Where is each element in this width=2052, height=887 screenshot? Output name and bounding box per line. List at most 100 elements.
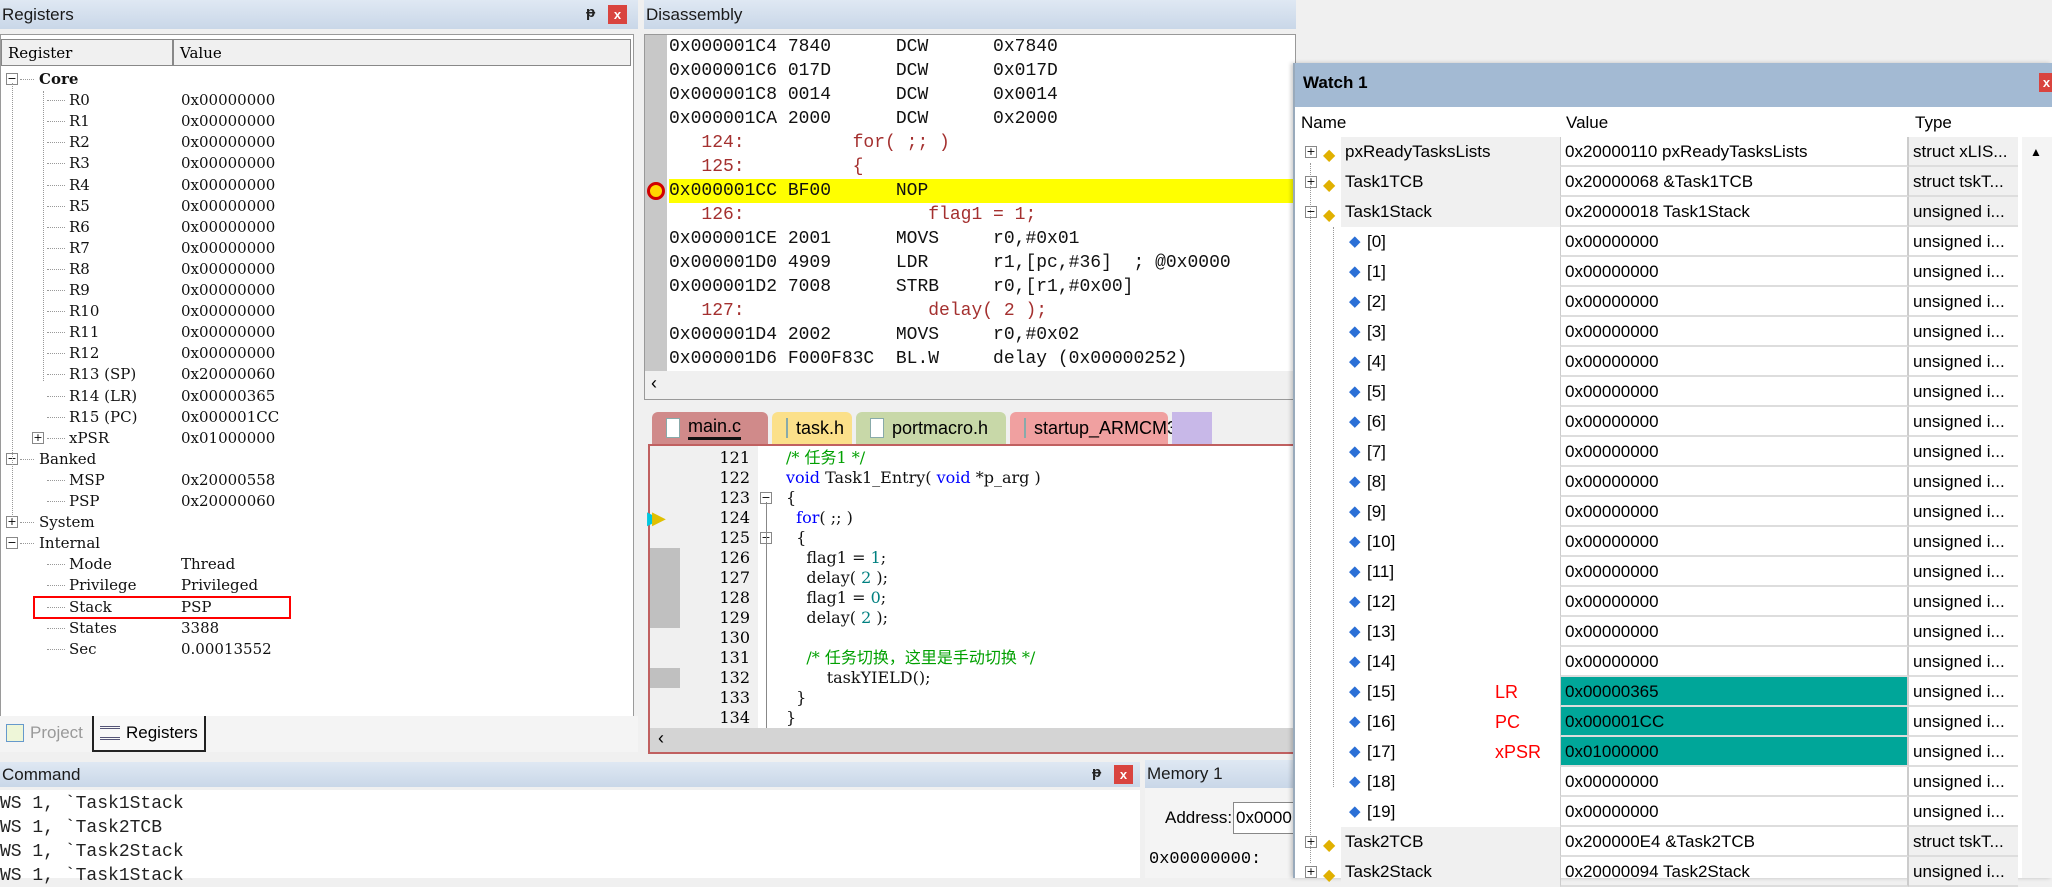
watch-row[interactable]: − ◆ Task1Stack 0x20000018 Task1Stack unsigne… — [1295, 197, 2018, 227]
watch-value[interactable]: 0x00000000 — [1560, 467, 1909, 497]
watch-row[interactable]: ◆ [9] 0x00000000 unsigned i... — [1295, 497, 2018, 527]
watch-row[interactable]: ◆ [16] PC 0x000001CC unsigned i... — [1295, 707, 2018, 737]
instruction-row[interactable]: 0x000001C6 017D DCW 0x017D — [669, 59, 1295, 83]
watch-row[interactable]: ◆ [3] 0x00000000 unsigned i... — [1295, 317, 2018, 347]
instruction-row[interactable]: 0x000001CE 2001 MOVS r0,#0x01 — [669, 227, 1295, 251]
watch-row[interactable]: ◆ [19] 0x00000000 unsigned i... — [1295, 797, 2018, 827]
watch-value[interactable]: 0x00000000 — [1560, 797, 1909, 827]
code-editor[interactable]: 121/* 任务1 */122 void Task1_Entry( void *p… — [648, 444, 1296, 754]
watch-value[interactable]: 0x00000000 — [1560, 317, 1909, 347]
instruction-row[interactable]: 0x000001C8 0014 DCW 0x0014 — [669, 83, 1295, 107]
register-row[interactable]: R7 0x00000000 — [1, 238, 631, 259]
register-row[interactable]: Stack PSP — [1, 595, 631, 619]
watch-row[interactable]: + ◆ Task1TCB 0x20000068 &Task1TCB struct tsk… — [1295, 167, 2018, 197]
register-row[interactable]: R15 (PC) 0x000001CC — [1, 407, 631, 428]
source-line[interactable]: 124: for( ;; ) — [669, 131, 1295, 155]
register-row[interactable]: R2 0x00000000 — [1, 132, 631, 153]
column-header-type[interactable]: Type — [1909, 107, 2018, 137]
editor-tab[interactable]: main.c — [652, 412, 768, 444]
instruction-row[interactable]: 0x000001D6 F000F83C BL.W delay (0x000002… — [669, 347, 1295, 371]
register-row[interactable]: Privilege Privileged — [1, 575, 631, 596]
expand-icon[interactable]: + — [1305, 836, 1317, 848]
column-header-value[interactable]: Value — [173, 39, 631, 66]
instruction-row[interactable]: 0x000001CA 2000 DCW 0x2000 — [669, 107, 1295, 131]
instruction-row[interactable]: 0x000001D0 4909 LDR r1,[pc,#36] ; @0x000… — [669, 251, 1295, 275]
scroll-left-icon[interactable]: ‹ — [658, 728, 664, 748]
watch-value[interactable]: 0x00000000 — [1560, 287, 1909, 317]
watch-row[interactable]: ◆ [17] xPSR 0x01000000 unsigned i... — [1295, 737, 2018, 767]
expand-icon[interactable]: + — [32, 431, 44, 444]
vertical-scrollbar[interactable]: ▲ — [2022, 137, 2052, 878]
instruction-row[interactable]: 0x000001CC BF00 NOP — [669, 179, 1295, 203]
close-icon[interactable]: x — [1114, 765, 1133, 784]
close-icon[interactable]: x — [2039, 73, 2052, 92]
watch-row[interactable]: ◆ [4] 0x00000000 unsigned i... — [1295, 347, 2018, 377]
source-line[interactable]: 127: delay( 2 ); — [669, 299, 1295, 323]
watch-value[interactable]: 0x00000000 — [1560, 437, 1909, 467]
watch-value[interactable]: 0x00000000 — [1560, 557, 1909, 587]
editor-tab[interactable]: startup_ARMCM3.s — [1010, 412, 1191, 444]
register-row[interactable]: R3 0x00000000 — [1, 153, 631, 174]
register-row[interactable]: PSP 0x20000060 — [1, 491, 631, 512]
register-row[interactable]: States 3388 — [1, 618, 631, 639]
watch-value[interactable]: 0x00000000 — [1560, 527, 1909, 557]
instruction-row[interactable]: 0x000001D2 7008 STRB r0,[r1,#0x00] — [669, 275, 1295, 299]
register-row[interactable]: MSP 0x20000558 — [1, 470, 631, 491]
watch-row[interactable]: ◆ [1] 0x00000000 unsigned i... — [1295, 257, 2018, 287]
register-row[interactable]: − Internal — [1, 533, 631, 554]
register-row[interactable]: R8 0x00000000 — [1, 259, 631, 280]
disassembly-view[interactable]: 0x000001C4 7840 DCW 0x7840 0x000001C6 017… — [644, 34, 1296, 400]
watch-row[interactable]: ◆ [18] 0x00000000 unsigned i... — [1295, 767, 2018, 797]
watch-value[interactable]: 0x00000000 — [1560, 347, 1909, 377]
pin-icon[interactable]: ᵽ — [1092, 764, 1101, 781]
collapse-icon[interactable]: − — [6, 537, 18, 550]
register-row[interactable]: Sec 0.00013552 — [1, 639, 631, 660]
watch-row[interactable]: ◆ [8] 0x00000000 unsigned i... — [1295, 467, 2018, 497]
column-header-register[interactable]: Register — [1, 39, 173, 66]
watch-row[interactable]: ◆ [2] 0x00000000 unsigned i... — [1295, 287, 2018, 317]
register-row[interactable]: R5 0x00000000 — [1, 196, 631, 217]
watch-row[interactable]: + ◆ Task2TCB 0x200000E4 &Task2TCB struct tsk… — [1295, 827, 2018, 857]
register-row[interactable]: R10 0x00000000 — [1, 301, 631, 322]
watch-row[interactable]: + ◆ Task2Stack 0x20000094 Task2Stack unsigne… — [1295, 857, 2018, 887]
watch-row[interactable]: ◆ [11] 0x00000000 unsigned i... — [1295, 557, 2018, 587]
watch-value[interactable]: 0x20000110 pxReadyTasksLists — [1560, 137, 1909, 167]
register-row[interactable]: R11 0x00000000 — [1, 322, 631, 343]
watch-row[interactable]: ◆ [6] 0x00000000 unsigned i... — [1295, 407, 2018, 437]
instruction-row[interactable]: 0x000001D4 2002 MOVS r0,#0x02 — [669, 323, 1295, 347]
register-row[interactable]: R12 0x00000000 — [1, 343, 631, 364]
watch-row[interactable]: ◆ [10] 0x00000000 unsigned i... — [1295, 527, 2018, 557]
register-row[interactable]: − Core — [1, 69, 631, 90]
register-row[interactable]: + System — [1, 512, 631, 533]
register-row[interactable]: Mode Thread — [1, 554, 631, 575]
register-row[interactable]: R6 0x00000000 — [1, 217, 631, 238]
watch-value[interactable]: 0x00000000 — [1560, 617, 1909, 647]
watch-row[interactable]: + ◆ pxReadyTasksLists 0x20000110 pxReadyTas… — [1295, 137, 2018, 167]
watch-row[interactable]: ◆ [0] 0x00000000 unsigned i... — [1295, 227, 2018, 257]
watch-row[interactable]: ◆ [7] 0x00000000 unsigned i... — [1295, 437, 2018, 467]
collapse-icon[interactable]: − — [1305, 206, 1317, 218]
watch-row[interactable]: ◆ [14] 0x00000000 unsigned i... — [1295, 647, 2018, 677]
watch-value[interactable]: 0x20000094 Task2Stack — [1560, 857, 1909, 887]
register-row[interactable]: R14 (LR) 0x00000365 — [1, 386, 631, 407]
watch-value[interactable]: 0x00000365 — [1560, 677, 1909, 707]
expand-icon[interactable]: + — [1305, 176, 1317, 188]
horizontal-scrollbar[interactable]: ‹ — [645, 371, 1295, 399]
register-row[interactable]: + xPSR 0x01000000 — [1, 428, 631, 449]
register-row[interactable]: R4 0x00000000 — [1, 175, 631, 196]
watch-value[interactable]: 0x00000000 — [1560, 407, 1909, 437]
column-header-value[interactable]: Value — [1560, 107, 1909, 137]
watch-value[interactable]: 0x200000E4 &Task2TCB — [1560, 827, 1909, 857]
watch-value[interactable]: 0x000001CC — [1560, 707, 1909, 737]
watch-row[interactable]: ◆ [13] 0x00000000 unsigned i... — [1295, 617, 2018, 647]
source-line[interactable]: 126: flag1 = 1; — [669, 203, 1295, 227]
close-icon[interactable]: x — [608, 5, 627, 24]
pin-icon[interactable]: ᵽ — [586, 4, 595, 21]
editor-tab[interactable]: task.h — [772, 412, 852, 444]
watch-row[interactable]: ◆ [12] 0x00000000 unsigned i... — [1295, 587, 2018, 617]
watch-value[interactable]: 0x00000000 — [1560, 647, 1909, 677]
register-row[interactable]: − Banked — [1, 449, 631, 470]
register-row[interactable]: R1 0x00000000 — [1, 111, 631, 132]
tab-project[interactable]: Project — [0, 716, 89, 750]
watch-value[interactable]: 0x00000000 — [1560, 767, 1909, 797]
